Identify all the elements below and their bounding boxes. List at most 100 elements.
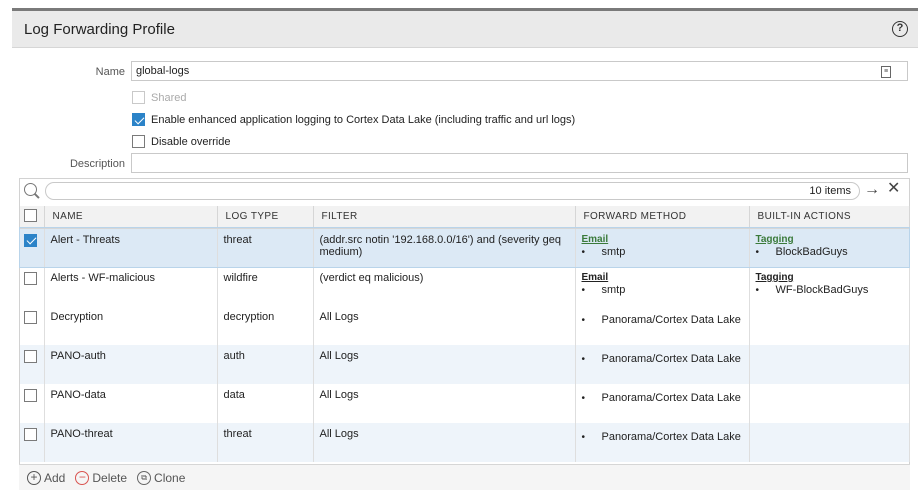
delete-circle-icon: − bbox=[75, 470, 90, 485]
row-built-in-actions: Tagging • BlockBadGuys bbox=[749, 228, 910, 267]
column-header-log-type[interactable]: LOG TYPE bbox=[217, 206, 314, 229]
column-header-forward-method[interactable]: FORWARD METHOD bbox=[575, 206, 750, 229]
row-built-in-actions bbox=[749, 306, 910, 345]
action-item: • WF-BlockBadGuys bbox=[755, 284, 869, 297]
row-filter: All Logs bbox=[313, 384, 576, 423]
row-forward-method: Email • smtp bbox=[575, 267, 750, 306]
description-input[interactable] bbox=[131, 153, 908, 173]
row-filter: (addr.src notin '192.168.0.0/16') and (s… bbox=[313, 228, 576, 267]
disable-override-checkbox[interactable] bbox=[132, 135, 145, 148]
row-name[interactable]: Alert - Threats bbox=[44, 228, 218, 267]
grid-search-bar: 10 items → ✕ bbox=[20, 179, 909, 203]
table-row[interactable]: Decryption decryption All Logs • Panorama… bbox=[20, 306, 910, 345]
search-icon bbox=[24, 183, 37, 196]
clone-icon: ⧉ bbox=[137, 470, 152, 485]
variable-picker-icon[interactable]: ≡ bbox=[881, 66, 891, 78]
row-forward-method: Email • smtp bbox=[575, 228, 750, 267]
grid-search-input[interactable]: 10 items bbox=[45, 182, 860, 200]
shared-label: Shared bbox=[151, 91, 187, 104]
grid-footer-toolbar: + Add − Delete ⧉ Clone bbox=[19, 464, 910, 490]
table-row[interactable]: PANO-data data All Logs • Panorama/Cortex… bbox=[20, 384, 910, 423]
row-forward-method: • Panorama/Cortex Data Lake bbox=[575, 345, 750, 384]
row-log-type: data bbox=[217, 384, 314, 423]
row-name[interactable]: PANO-data bbox=[44, 384, 218, 423]
enhanced-logging-checkbox[interactable] bbox=[132, 113, 145, 126]
name-input-value: global-logs bbox=[136, 65, 190, 77]
row-filter: All Logs bbox=[313, 345, 576, 384]
row-log-type: threat bbox=[217, 228, 314, 267]
table-row[interactable]: PANO-threat threat All Logs • Panorama/Co… bbox=[20, 423, 910, 462]
select-all-header[interactable] bbox=[20, 206, 45, 229]
name-label: Name bbox=[95, 66, 125, 78]
forward-method-item: • Panorama/Cortex Data Lake bbox=[581, 314, 741, 327]
column-header-filter[interactable]: FILTER bbox=[313, 206, 576, 229]
clone-label: Clone bbox=[154, 470, 186, 485]
row-select-cell[interactable] bbox=[20, 228, 45, 267]
forward-method-item: • Panorama/Cortex Data Lake bbox=[581, 392, 741, 405]
add-button[interactable]: + Add bbox=[27, 470, 66, 485]
row-filter: (verdict eq malicious) bbox=[313, 267, 576, 306]
forward-method-item: • Panorama/Cortex Data Lake bbox=[581, 353, 741, 366]
table-row[interactable]: Alerts - WF-malicious wildfire (verdict … bbox=[20, 267, 910, 306]
match-list-table: NAME LOG TYPE FILTER FORWARD METHOD BUIL… bbox=[19, 206, 910, 462]
row-name[interactable]: PANO-threat bbox=[44, 423, 218, 462]
apply-filter-arrow-icon[interactable]: → bbox=[864, 182, 880, 198]
row-checkbox[interactable] bbox=[24, 233, 37, 247]
table-row[interactable]: PANO-auth auth All Logs • Panorama/Cortex… bbox=[20, 345, 910, 384]
delete-button[interactable]: − Delete bbox=[75, 470, 127, 485]
add-circle-icon: + bbox=[27, 470, 41, 485]
clone-button[interactable]: ⧉ Clone bbox=[137, 470, 186, 485]
row-log-type: auth bbox=[217, 345, 314, 384]
enhanced-logging-row: Enable enhanced application logging to C… bbox=[132, 113, 575, 126]
row-select-cell[interactable] bbox=[20, 306, 45, 345]
dialog-title: Log Forwarding Profile bbox=[24, 20, 175, 38]
shared-row: Shared bbox=[132, 91, 186, 104]
items-count: 10 items bbox=[809, 185, 851, 197]
row-select-cell[interactable] bbox=[20, 423, 45, 462]
row-checkbox[interactable] bbox=[24, 389, 37, 402]
forward-method-title[interactable]: Email bbox=[582, 272, 743, 284]
row-built-in-actions bbox=[749, 345, 910, 384]
row-checkbox[interactable] bbox=[24, 311, 37, 324]
disable-override-label: Disable override bbox=[151, 135, 231, 148]
row-log-type: wildfire bbox=[217, 267, 314, 306]
row-select-cell[interactable] bbox=[20, 345, 45, 384]
row-built-in-actions bbox=[749, 423, 910, 462]
row-forward-method: • Panorama/Cortex Data Lake bbox=[575, 306, 750, 345]
column-header-built-in-actions[interactable]: BUILT-IN ACTIONS bbox=[749, 206, 910, 229]
row-forward-method: • Panorama/Cortex Data Lake bbox=[575, 423, 750, 462]
shared-checkbox bbox=[132, 91, 145, 104]
row-select-cell[interactable] bbox=[20, 384, 45, 423]
action-title[interactable]: Tagging bbox=[756, 234, 903, 246]
profile-match-list-grid: 10 items → ✕ NAME LOG TYPE FILTER FORWAR… bbox=[19, 178, 910, 485]
row-filter: All Logs bbox=[313, 306, 576, 345]
action-item: • BlockBadGuys bbox=[755, 245, 848, 258]
log-forwarding-profile-dialog: Log Forwarding Profile ? Name global-log… bbox=[12, 8, 918, 490]
clear-filter-close-icon[interactable]: ✕ bbox=[887, 181, 900, 197]
row-checkbox[interactable] bbox=[24, 272, 37, 285]
description-label: Description bbox=[69, 158, 125, 170]
forward-method-title[interactable]: Email bbox=[582, 234, 743, 246]
row-log-type: decryption bbox=[217, 306, 314, 345]
row-checkbox[interactable] bbox=[24, 350, 37, 363]
row-name[interactable]: Alerts - WF-malicious bbox=[44, 267, 218, 306]
help-icon[interactable]: ? bbox=[892, 21, 908, 37]
row-select-cell[interactable] bbox=[20, 267, 45, 306]
row-name[interactable]: Decryption bbox=[44, 306, 218, 345]
row-forward-method: • Panorama/Cortex Data Lake bbox=[575, 384, 750, 423]
forward-method-item: • smtp bbox=[581, 284, 626, 297]
row-log-type: threat bbox=[217, 423, 314, 462]
name-input[interactable]: global-logs ≡ bbox=[131, 61, 908, 81]
action-title[interactable]: Tagging bbox=[756, 272, 903, 284]
row-name[interactable]: PANO-auth bbox=[44, 345, 218, 384]
column-header-name[interactable]: NAME bbox=[44, 206, 218, 229]
table-row[interactable]: Alert - Threats threat (addr.src notin '… bbox=[19, 227, 910, 268]
enhanced-logging-label: Enable enhanced application logging to C… bbox=[151, 113, 576, 126]
forward-method-item: • Panorama/Cortex Data Lake bbox=[581, 431, 741, 444]
row-built-in-actions: Tagging • WF-BlockBadGuys bbox=[749, 267, 910, 306]
select-all-checkbox[interactable] bbox=[24, 208, 37, 222]
add-label: Add bbox=[44, 470, 66, 485]
row-checkbox[interactable] bbox=[24, 428, 37, 441]
dialog-titlebar: Log Forwarding Profile ? bbox=[12, 11, 918, 48]
table-header-row: NAME LOG TYPE FILTER FORWARD METHOD BUIL… bbox=[20, 206, 910, 229]
